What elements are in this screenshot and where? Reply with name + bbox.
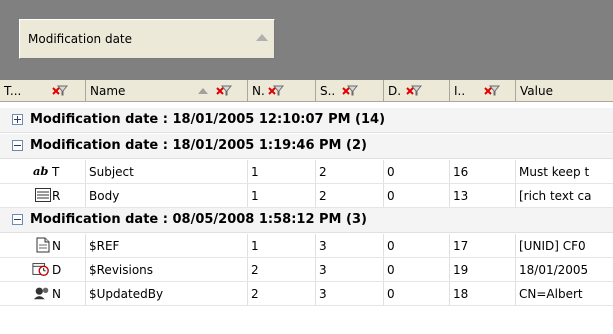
type-code: N xyxy=(52,239,61,253)
group-by-chip-label: Modification date xyxy=(28,32,133,46)
group-row-label: Modification date : 18/01/2005 12:10:07 … xyxy=(30,112,386,127)
column-header-value[interactable]: Value xyxy=(516,80,613,101)
name-cell: $Revisions xyxy=(89,263,154,277)
s-cell: 2 xyxy=(319,165,327,179)
name-cell: Body xyxy=(89,189,120,203)
type-code: T xyxy=(52,165,60,179)
column-header: T... Name N. S.. D. I.. Value xyxy=(0,80,613,102)
s-cell: 3 xyxy=(319,239,327,253)
s-cell: 3 xyxy=(319,263,327,277)
d-cell: 0 xyxy=(387,287,395,301)
s-cell: 3 xyxy=(319,287,327,301)
d-cell: 0 xyxy=(387,263,395,277)
column-header-name[interactable]: Name xyxy=(86,80,248,101)
d-cell: 0 xyxy=(387,189,395,203)
column-value-label: Value xyxy=(520,84,553,98)
d-cell: 0 xyxy=(387,165,395,179)
collapse-icon[interactable] xyxy=(12,214,23,225)
type-cell: N xyxy=(30,234,86,257)
text-ab-icon: ab xyxy=(33,164,48,178)
sort-ascending-icon xyxy=(256,34,268,41)
value-cell: 18/01/2005 xyxy=(519,263,589,277)
n-cell: 1 xyxy=(251,189,259,203)
group-row[interactable]: Modification date : 18/01/2005 12:10:07 … xyxy=(0,108,613,133)
value-cell: CN=Albert xyxy=(519,287,583,301)
group-by-panel: Modification date xyxy=(0,0,613,80)
d-cell: 0 xyxy=(387,239,395,253)
i-cell: 16 xyxy=(453,165,469,179)
collapse-icon[interactable] xyxy=(12,140,23,151)
column-d-label: D. xyxy=(388,84,402,98)
i-cell: 17 xyxy=(453,239,469,253)
clear-filter-icon[interactable] xyxy=(52,83,68,97)
i-cell: 13 xyxy=(453,189,469,203)
type-code: D xyxy=(52,263,62,277)
n-cell: 1 xyxy=(251,239,259,253)
n-cell: 2 xyxy=(251,263,259,277)
group-row-label: Modification date : 18/01/2005 1:19:46 P… xyxy=(30,138,367,153)
name-cell: $REF xyxy=(89,239,120,253)
group-row[interactable]: Modification date : 18/01/2005 1:19:46 P… xyxy=(0,134,613,159)
table-row[interactable]: R Body 1 2 0 13 [rich text ca xyxy=(0,184,613,208)
column-n-label: N. xyxy=(252,84,265,98)
type-cell: N xyxy=(30,282,86,305)
column-header-s[interactable]: S.. xyxy=(316,80,384,101)
name-cell: $UpdatedBy xyxy=(89,287,164,301)
value-cell: [rich text ca xyxy=(519,189,592,203)
clear-filter-icon[interactable] xyxy=(342,83,358,97)
group-row[interactable]: Modification date : 08/05/2008 1:58:12 P… xyxy=(0,208,613,233)
column-name-label: Name xyxy=(90,84,126,98)
name-cell: Subject xyxy=(89,165,134,179)
table-row[interactable]: N $REF 1 3 0 17 [UNID] CF0 xyxy=(0,234,613,258)
type-code: N xyxy=(52,287,61,301)
column-i-label: I.. xyxy=(454,84,466,98)
sort-ascending-icon xyxy=(198,88,208,94)
group-by-chip[interactable]: Modification date xyxy=(19,19,275,59)
type-code: R xyxy=(52,189,61,203)
column-header-d[interactable]: D. xyxy=(384,80,450,101)
column-header-n[interactable]: N. xyxy=(248,80,316,101)
group-row-label: Modification date : 08/05/2008 1:58:12 P… xyxy=(30,212,367,227)
i-cell: 19 xyxy=(453,263,469,277)
type-cell: R xyxy=(30,184,86,207)
svg-text:ab: ab xyxy=(33,164,48,178)
rich-text-icon xyxy=(35,188,51,202)
names-icon xyxy=(33,287,49,300)
column-header-type[interactable]: T... xyxy=(0,80,86,101)
type-cell: ab T xyxy=(30,160,86,183)
table-row[interactable]: D $Revisions 2 3 0 19 18/01/2005 xyxy=(0,258,613,282)
clear-filter-icon[interactable] xyxy=(484,83,500,97)
value-cell: [UNID] CF0 xyxy=(519,239,586,253)
clear-filter-icon[interactable] xyxy=(268,83,284,97)
table-row[interactable]: ab T Subject 1 2 0 16 Must keep t xyxy=(0,160,613,184)
document-icon xyxy=(36,237,50,253)
expand-icon[interactable] xyxy=(12,114,23,125)
i-cell: 18 xyxy=(453,287,469,301)
column-type-label: T... xyxy=(4,84,22,98)
s-cell: 2 xyxy=(319,189,327,203)
value-cell: Must keep t xyxy=(519,165,590,179)
date-time-icon xyxy=(32,263,49,276)
table-row[interactable]: N $UpdatedBy 2 3 0 18 CN=Albert xyxy=(0,282,613,306)
n-cell: 1 xyxy=(251,165,259,179)
column-s-label: S.. xyxy=(320,84,336,98)
column-header-i[interactable]: I.. xyxy=(450,80,516,101)
type-cell: D xyxy=(30,258,86,281)
clear-filter-icon[interactable] xyxy=(216,83,232,97)
n-cell: 2 xyxy=(251,287,259,301)
clear-filter-icon[interactable] xyxy=(406,83,422,97)
